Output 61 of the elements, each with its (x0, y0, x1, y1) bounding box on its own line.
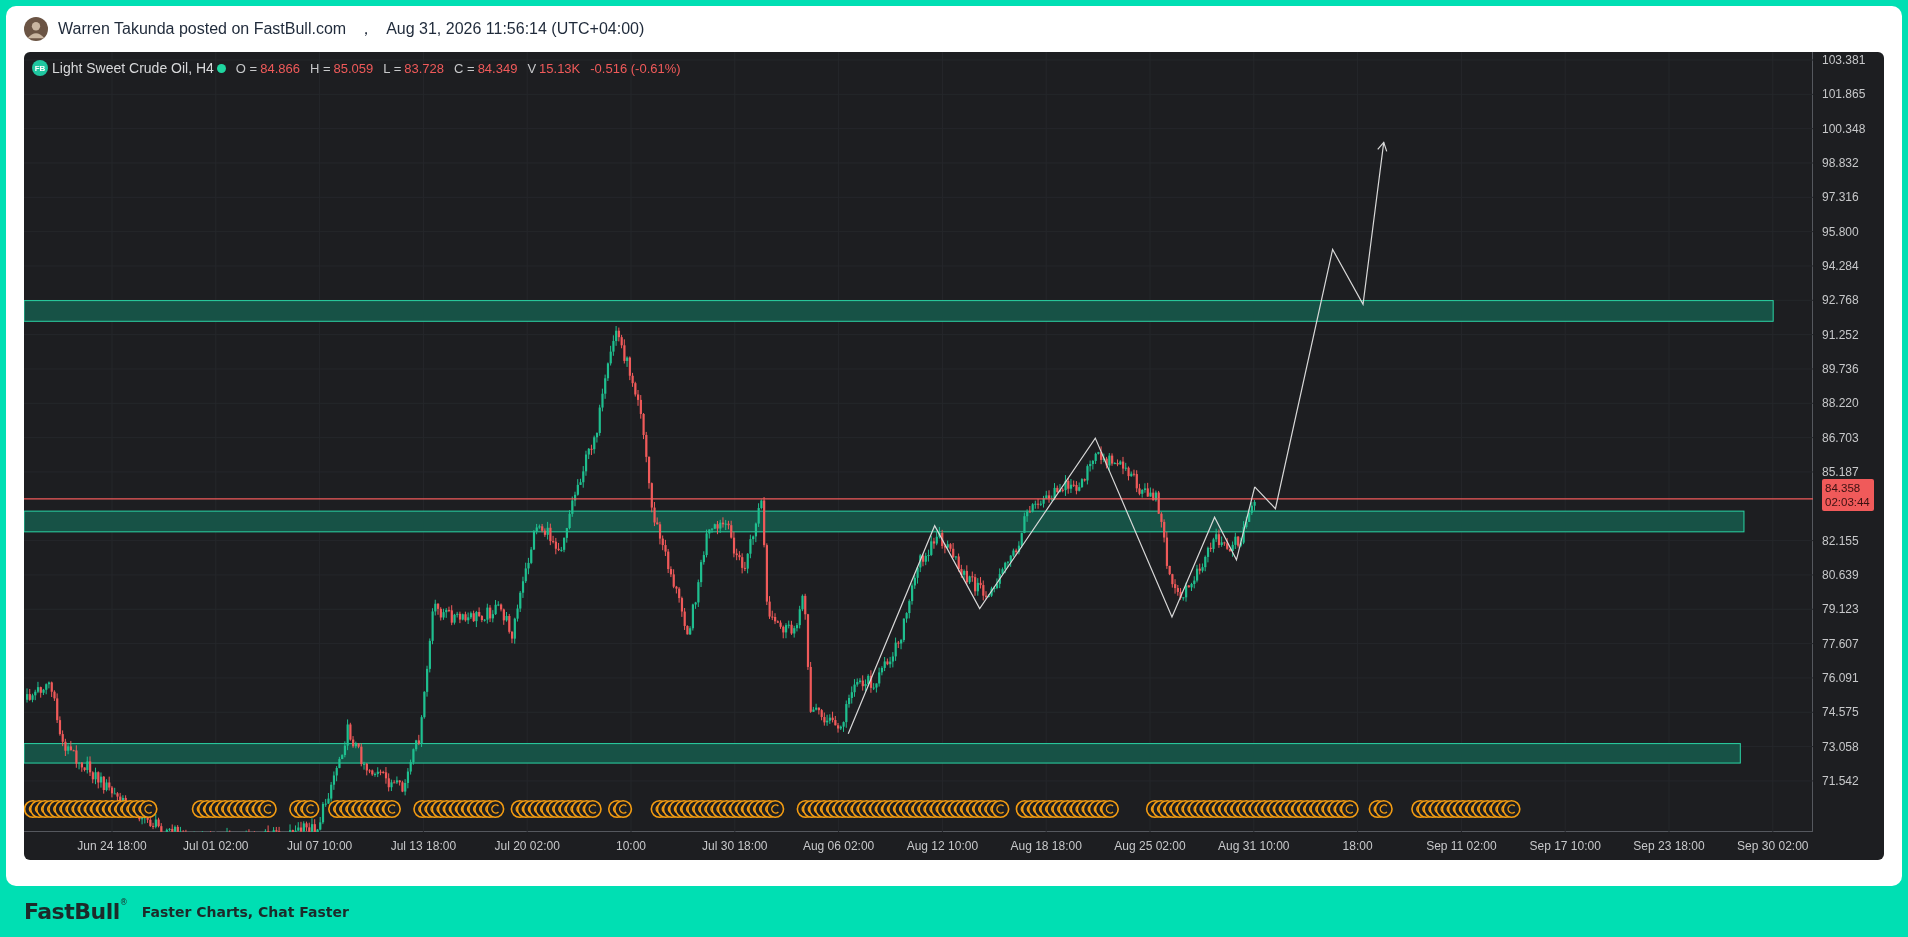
ohlc-label: O = (235, 60, 258, 76)
ohlc-label: L = (383, 60, 402, 76)
time-axis-label: Sep 30 02:00 (1737, 839, 1809, 853)
price-axis-label: 88.220 (1822, 396, 1859, 411)
ohlc-label: H = (309, 60, 331, 76)
price-axis-label: 86.703 (1822, 430, 1859, 445)
ohlc-label: V (527, 60, 537, 76)
time-axis-label: Jul 30 18:00 (702, 839, 768, 853)
market-status-icon (216, 63, 226, 73)
footer-tagline: Faster Charts, Chat Faster (141, 903, 349, 920)
ohlc-value: 84.349 (477, 60, 518, 76)
ohlc-label: C = (454, 60, 475, 76)
ohlc-value: 83.728 (404, 60, 445, 76)
time-axis-label: Jul 07 10:00 (286, 839, 353, 853)
post-timestamp: Aug 31, 2026 11:56:14 (UTC+04:00) (386, 20, 645, 38)
post-separator: ， (358, 18, 375, 39)
price-change: -0.516 (-0.61%) (590, 60, 681, 76)
price-axis-label: 91.252 (1822, 327, 1859, 342)
price-axis-label: 95.800 (1822, 224, 1859, 239)
time-axis-label: Aug 25 02:00 (1114, 839, 1186, 853)
price-axis-label: 97.316 (1822, 190, 1859, 205)
ohlc-value: 84.866 (260, 60, 300, 76)
price-axis-label: 85.187 (1822, 465, 1859, 480)
footer-logo: FastBull (24, 899, 120, 924)
time-axis-label: Jun 24 18:00 (77, 839, 147, 853)
price-axis-label: 77.607 (1822, 636, 1859, 651)
time-axis-label: Aug 31 10:00 (1218, 839, 1290, 853)
ohlc-value: 85.059 (333, 60, 374, 76)
price-axis-label: 76.091 (1822, 671, 1859, 686)
ohlc-value: 15.13K (539, 60, 581, 76)
symbol-title: Light Sweet Crude Oil, H4 (52, 60, 214, 76)
time-axis-label: Aug 18 18:00 (1010, 839, 1082, 853)
time-axis-label: Sep 17 10:00 (1529, 839, 1601, 853)
price-axis-label: 71.542 (1822, 774, 1859, 789)
price-axis-label: 100.348 (1822, 121, 1866, 136)
last-price-value: 84.358 (1825, 480, 1862, 495)
time-axis-label: Jul 01 02:00 (183, 839, 249, 853)
price-axis-label: 82.155 (1822, 533, 1859, 548)
countdown-value: 02:03:44 (1825, 494, 1871, 509)
price-axis-label: 79.123 (1822, 602, 1859, 617)
symbol-badge: FB (32, 60, 48, 76)
time-axis-label: 18:00 (1342, 839, 1373, 853)
time-axis-label: Aug 12 10:00 (906, 839, 979, 853)
time-axis-label: 10:00 (616, 839, 646, 853)
post-author-line: Warren Takunda posted on FastBull.com (58, 20, 347, 38)
time-axis-label: Sep 23 18:00 (1633, 839, 1705, 853)
registered-mark: ® (119, 898, 128, 907)
price-axis-label: 98.832 (1822, 156, 1859, 171)
price-axis-label: 103.381 (1822, 53, 1866, 68)
price-axis-label: 94.284 (1822, 259, 1859, 274)
price-axis-label: 101.865 (1822, 87, 1866, 102)
price-axis-label: 80.639 (1822, 568, 1859, 583)
price-axis-label: 74.575 (1822, 705, 1859, 720)
time-axis-label: Jul 13 18:00 (390, 839, 457, 853)
time-axis-label: Jul 20 02:00 (494, 839, 560, 853)
time-axis-label: Aug 06 02:00 (802, 839, 875, 853)
price-axis-label: 73.058 (1822, 739, 1859, 754)
time-axis-label: Sep 11 02:00 (1426, 839, 1497, 853)
price-axis-label: 89.736 (1822, 362, 1859, 377)
avatar-icon (24, 17, 48, 41)
price-axis-label: 92.768 (1822, 293, 1859, 308)
